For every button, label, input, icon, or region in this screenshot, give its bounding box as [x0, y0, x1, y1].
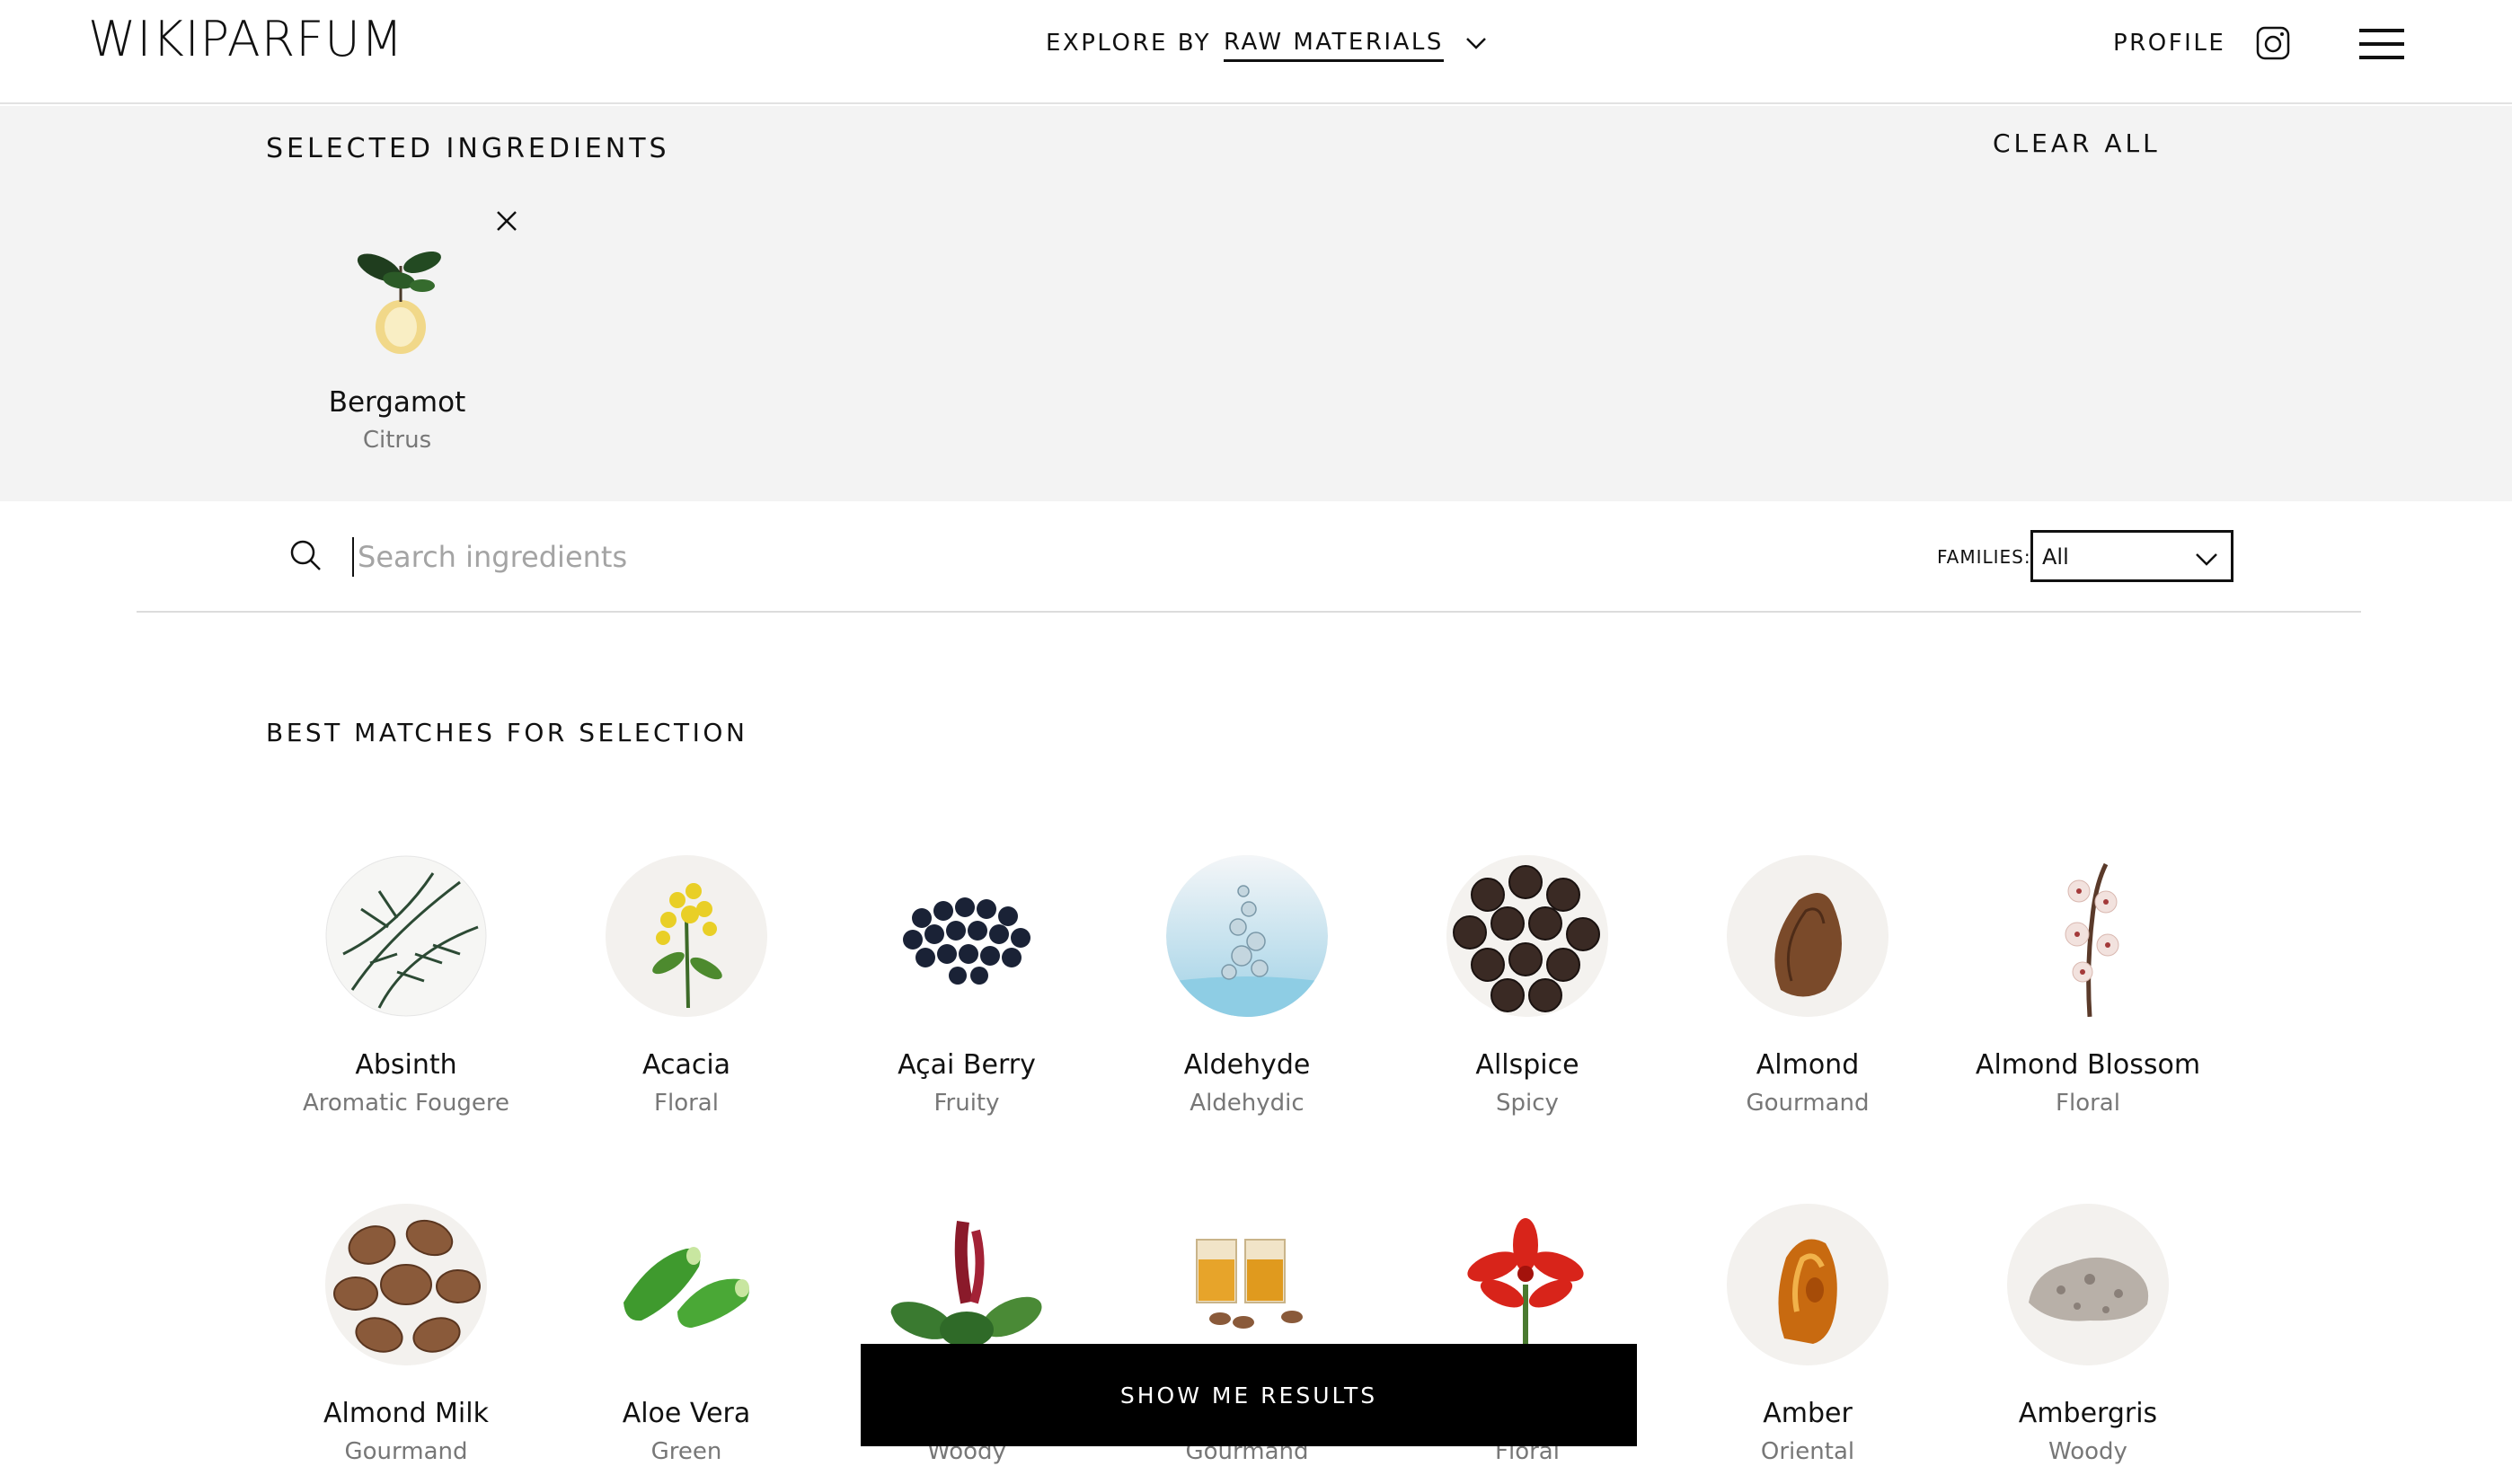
ingredient-name: Almond	[1756, 1049, 1860, 1081]
ingredient-name: Almond Milk	[323, 1398, 489, 1429]
amaryllis-flower-image	[1446, 1204, 1608, 1365]
ingredient-family: Floral	[654, 1090, 719, 1117]
aloe-vera-image	[606, 1204, 767, 1365]
ingredient-name: Aloe Vera	[622, 1398, 751, 1429]
ingredient-family: Floral	[2056, 1090, 2120, 1117]
ingredient-family: Gourmand	[1746, 1090, 1870, 1117]
aldehyde-water-image	[1166, 855, 1328, 1017]
show-me-results-button[interactable]: SHOW ME RESULTS	[861, 1344, 1637, 1446]
ingredient-family: Fruity	[933, 1090, 1000, 1117]
ingredient-family: Spicy	[1496, 1090, 1559, 1117]
ambergris-rock-image	[2007, 1204, 2169, 1365]
amber-stone-image	[1727, 1204, 1888, 1365]
acacia-flower-image	[606, 855, 767, 1017]
ingredient-name: Absinth	[355, 1049, 457, 1081]
almond-nut-image	[1727, 855, 1888, 1017]
almond-milk-nuts-image	[325, 1204, 487, 1365]
amaretto-glasses-image	[1166, 1204, 1328, 1365]
ingredient-family: Aromatic Fougere	[302, 1090, 510, 1117]
ingredient-family: Oriental	[1760, 1438, 1855, 1465]
ingredient-name: Açai Berry	[898, 1049, 1036, 1081]
ingredient-grid: Absinth Aromatic Fougere Acacia Floral A	[0, 0, 2512, 1484]
amaranth-plant-image	[886, 1204, 1048, 1365]
ingredient-family: Woody	[2048, 1438, 2127, 1465]
almond-blossom-image	[2007, 855, 2169, 1017]
absinth-leaves-image	[325, 855, 487, 1017]
acai-berries-image	[886, 855, 1048, 1017]
ingredient-name: Acacia	[641, 1049, 731, 1081]
ingredient-name: Aldehyde	[1183, 1049, 1311, 1081]
ingredient-family: Gourmand	[344, 1438, 468, 1465]
ingredient-name: Almond Blossom	[1975, 1049, 2201, 1081]
ingredient-name: Ambergris	[2018, 1398, 2158, 1429]
ingredient-family: Green	[650, 1438, 722, 1465]
allspice-seeds-image	[1446, 855, 1608, 1017]
ingredient-name: Amber	[1763, 1398, 1853, 1429]
ingredient-name: Allspice	[1475, 1049, 1579, 1081]
ingredient-family: Aldehydic	[1190, 1090, 1305, 1117]
